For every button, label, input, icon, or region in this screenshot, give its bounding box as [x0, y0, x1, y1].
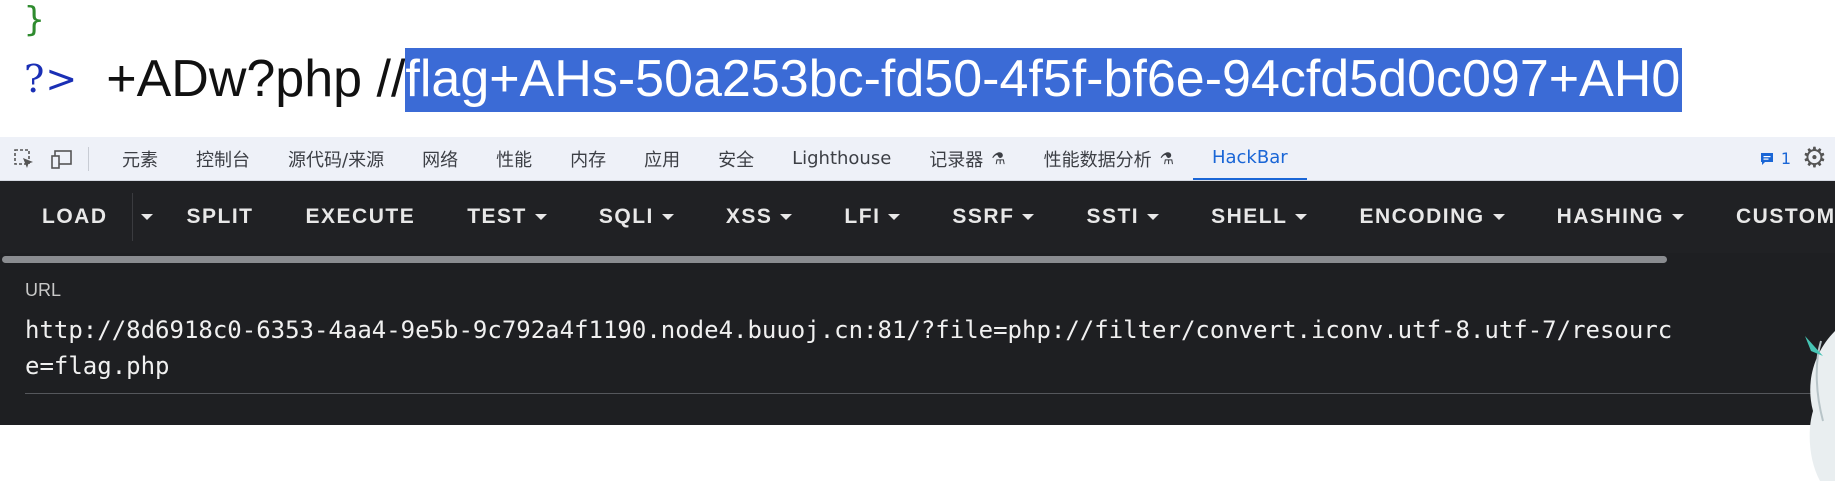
url-input[interactable]: http://8d6918c0-6353-4aa4-9e5b-9c792a4f1… [25, 312, 1685, 384]
tab-performance-insights-label: 性能数据分析 [1043, 149, 1152, 171]
ssrf-menu[interactable]: SSRF [926, 181, 1060, 253]
execute-button[interactable]: EXECUTE [280, 181, 442, 253]
flask-icon: ⚗ [991, 149, 1006, 168]
encoding-menu[interactable]: ENCODING [1333, 181, 1530, 253]
custom-menu[interactable]: CUSTOM [1710, 181, 1835, 253]
chevron-down-icon [780, 214, 793, 220]
tab-recorder[interactable]: 记录器 ⚗ [910, 137, 1024, 180]
toolbar-scrollbar[interactable] [0, 253, 1835, 265]
tab-elements[interactable]: 元素 [103, 137, 177, 180]
settings-gear-icon[interactable]: ⚙ [1802, 141, 1827, 174]
flask-icon: ⚗ [1159, 149, 1174, 168]
test-menu[interactable]: TEST [441, 181, 573, 253]
anime-character-decoration [1805, 331, 1835, 481]
sqli-menu-label: SQLI [598, 205, 654, 228]
chevron-down-icon [1147, 214, 1160, 220]
sqli-menu[interactable]: SQLI [573, 181, 700, 253]
xss-menu-label: XSS [725, 205, 773, 228]
lfi-menu[interactable]: LFI [818, 181, 926, 253]
shell-menu[interactable]: SHELL [1185, 181, 1333, 253]
scrollbar-thumb[interactable] [2, 256, 1667, 263]
php-close-tag: ?> [24, 57, 79, 101]
load-button[interactable]: LOAD [0, 181, 132, 253]
hackbar-toolbar: LOAD SPLIT EXECUTE TEST SQLI XSS LFI SSR… [0, 181, 1835, 253]
url-input-underline [25, 393, 1835, 394]
chevron-down-icon [534, 214, 547, 220]
code-closing-brace: } [24, 0, 45, 40]
chevron-down-icon [1492, 214, 1505, 220]
custom-menu-label: CUSTOM [1736, 205, 1835, 228]
chevron-down-icon [661, 214, 674, 220]
chevron-down-icon [1295, 214, 1308, 220]
load-dropdown-caret[interactable] [131, 193, 161, 241]
lfi-menu-label: LFI [844, 205, 881, 228]
xss-menu[interactable]: XSS [700, 181, 819, 253]
output-line: ?> +ADw?php //flag+AHs-50a253bc-fd50-4f5… [24, 46, 1683, 112]
inspect-element-icon[interactable] [10, 145, 38, 173]
hashing-menu[interactable]: HASHING [1531, 181, 1710, 253]
tab-performance-insights[interactable]: 性能数据分析 ⚗ [1025, 137, 1193, 180]
url-label: URL [25, 280, 62, 300]
tab-security[interactable]: 安全 [699, 137, 773, 180]
device-toolbar-icon[interactable] [48, 145, 76, 173]
hackbar-panel: LOAD SPLIT EXECUTE TEST SQLI XSS LFI SSR… [0, 181, 1835, 481]
ssti-menu-label: SSTI [1086, 205, 1140, 228]
ssrf-menu-label: SSRF [952, 205, 1015, 228]
tab-recorder-label: 记录器 [929, 149, 984, 171]
devtools-tabbar: 元素 控制台 源代码/来源 网络 性能 内存 应用 安全 Lighthouse … [0, 137, 1835, 181]
tab-application[interactable]: 应用 [625, 137, 699, 180]
tab-performance[interactable]: 性能 [477, 137, 551, 180]
tab-lighthouse[interactable]: Lighthouse [773, 137, 910, 180]
selected-flag-text[interactable]: flag+AHs-50a253bc-fd50-4f5f-bf6e-94cfd5d… [405, 48, 1683, 112]
split-button[interactable]: SPLIT [161, 181, 280, 253]
message-icon [1760, 152, 1773, 165]
hashing-menu-label: HASHING [1556, 205, 1664, 228]
tab-network[interactable]: 网络 [403, 137, 477, 180]
tab-hackbar[interactable]: HackBar [1192, 137, 1307, 180]
tab-console[interactable]: 控制台 [177, 137, 269, 180]
output-text[interactable]: +ADw?php //flag+AHs-50a253bc-fd50-4f5f-b… [106, 48, 1683, 112]
output-prefix: +ADw?php // [106, 50, 406, 108]
issues-count: 1 [1780, 149, 1791, 168]
test-menu-label: TEST [467, 205, 527, 228]
load-split-button: LOAD [0, 181, 161, 253]
issues-badge[interactable]: 1 [1759, 137, 1791, 180]
toolbar-divider [88, 146, 89, 171]
page-content: } ?> +ADw?php //flag+AHs-50a253bc-fd50-4… [0, 0, 1835, 137]
chevron-down-icon [1672, 214, 1684, 220]
tab-memory[interactable]: 内存 [551, 137, 625, 180]
chevron-down-icon [1022, 214, 1035, 220]
tab-sources[interactable]: 源代码/来源 [269, 137, 403, 180]
chevron-down-icon [888, 214, 901, 220]
encoding-menu-label: ENCODING [1359, 205, 1485, 228]
shell-menu-label: SHELL [1211, 205, 1288, 228]
ssti-menu[interactable]: SSTI [1060, 181, 1185, 253]
